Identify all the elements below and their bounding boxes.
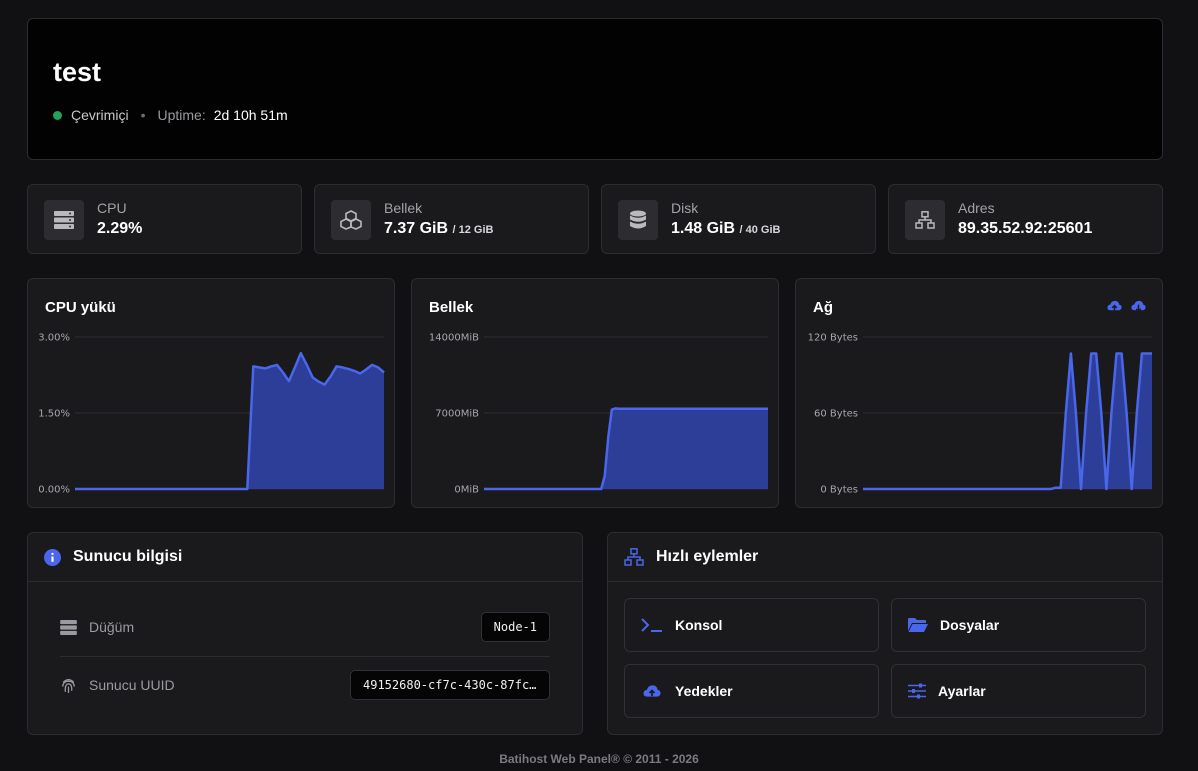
series-line	[863, 352, 1152, 491]
node-value[interactable]: Node-1	[480, 612, 550, 642]
y-tick-label: 0.00%	[38, 485, 70, 496]
backups-button[interactable]: Yedekler	[624, 664, 879, 718]
stat-value: 1.48 GiB / 40 GiB	[671, 220, 780, 238]
server-rack-icon	[60, 619, 77, 635]
online-indicator-icon	[53, 110, 62, 120]
server-name: test	[53, 57, 102, 87]
y-tick-label: 14000MiB	[429, 333, 479, 344]
server-rack-icon	[44, 200, 84, 240]
footer-copyright: Batihost Web Panel® © 2011 - 2026	[499, 752, 699, 766]
y-tick-label: 120 Bytes	[808, 333, 858, 344]
disk-total: / 40 GiB	[739, 224, 781, 236]
server-info-header: Sunucu bilgisi	[28, 533, 582, 582]
uuid-value[interactable]: 49152680-cf7c-430c-87fc-…	[350, 670, 550, 700]
memory-chart: 14000MiB 7000MiB 0MiB	[429, 333, 768, 496]
info-row-uuid: Sunucu UUID 49152680-cf7c-430c-87fc-…	[60, 657, 550, 713]
info-row-label: Sunucu UUID	[89, 677, 175, 693]
console-button[interactable]: Konsol	[624, 598, 879, 652]
cloud-upload-icon	[643, 685, 661, 697]
uptime-label: Uptime:	[157, 107, 206, 123]
memory-total: / 12 GiB	[452, 224, 494, 236]
cubes-icon	[331, 200, 371, 240]
stat-card-address: Adres 89.35.52.92:25601	[888, 184, 1163, 254]
series-area	[75, 353, 384, 489]
stat-card-cpu: CPU 2.29%	[27, 184, 302, 254]
stat-value[interactable]: 89.35.52.92:25601	[958, 220, 1092, 238]
folder-icon	[908, 618, 928, 632]
y-tick-label: 3.00%	[38, 333, 70, 344]
status-separator: •	[140, 107, 146, 123]
server-header: test Çevrimiçi • Uptime: 2d 10h 51m	[27, 18, 1163, 160]
network-icon	[624, 548, 644, 566]
sliders-icon	[908, 683, 926, 699]
status-text: Çevrimiçi	[71, 107, 129, 123]
settings-button[interactable]: Ayarlar	[891, 664, 1146, 718]
action-label: Konsol	[675, 617, 723, 633]
info-row-node: Düğüm Node-1	[60, 599, 550, 655]
panel-title: Sunucu bilgisi	[73, 548, 183, 565]
stat-label: Adres	[958, 200, 995, 216]
series-area	[484, 408, 768, 489]
action-label: Yedekler	[675, 683, 733, 699]
y-tick-label: 60 Bytes	[814, 409, 858, 420]
fingerprint-icon	[62, 678, 75, 693]
stat-value: 7.37 GiB / 12 GiB	[384, 220, 493, 238]
quick-actions-panel: Hızlı eylemler Konsol Dosyalar Yedekler …	[607, 532, 1163, 735]
disk-used: 1.48 GiB	[671, 220, 736, 237]
info-icon	[44, 548, 61, 566]
server-info-panel: Sunucu bilgisi Düğüm Node-1 Sunucu UUID …	[27, 532, 583, 735]
y-tick-label: 0 Bytes	[820, 485, 858, 496]
stat-label: CPU	[97, 200, 127, 216]
network-icon	[905, 200, 945, 240]
memory-chart-card: Bellek 14000MiB 7000MiB 0MiB	[411, 278, 779, 508]
y-tick-label: 0MiB	[454, 485, 479, 496]
uptime-value: 2d 10h 51m	[213, 107, 288, 123]
panel-title: Hızlı eylemler	[656, 548, 759, 565]
stat-value: 2.29%	[97, 220, 143, 237]
stat-label: Bellek	[384, 200, 423, 216]
network-chart-card: Ağ 120 Bytes 60 Bytes 0 Bytes	[795, 278, 1163, 508]
network-chart: 120 Bytes 60 Bytes 0 Bytes	[808, 333, 1152, 496]
cpu-chart-card: CPU yükü 3.00% 1.50% 0.00%	[27, 278, 395, 508]
action-label: Ayarlar	[938, 683, 986, 699]
info-row-label: Düğüm	[89, 619, 135, 635]
files-button[interactable]: Dosyalar	[891, 598, 1146, 652]
stat-card-disk: Disk 1.48 GiB / 40 GiB	[601, 184, 876, 254]
y-tick-label: 7000MiB	[435, 409, 479, 420]
database-icon	[618, 200, 658, 240]
server-status-line: Çevrimiçi • Uptime: 2d 10h 51m	[53, 107, 288, 123]
action-label: Dosyalar	[940, 617, 1000, 633]
y-tick-label: 1.50%	[38, 409, 70, 420]
terminal-icon	[641, 618, 662, 632]
stat-card-memory: Bellek 7.37 GiB / 12 GiB	[314, 184, 589, 254]
memory-used: 7.37 GiB	[384, 220, 449, 237]
stat-label: Disk	[671, 200, 699, 216]
quick-actions-header: Hızlı eylemler	[608, 533, 1162, 582]
cpu-chart: 3.00% 1.50% 0.00%	[38, 333, 385, 496]
